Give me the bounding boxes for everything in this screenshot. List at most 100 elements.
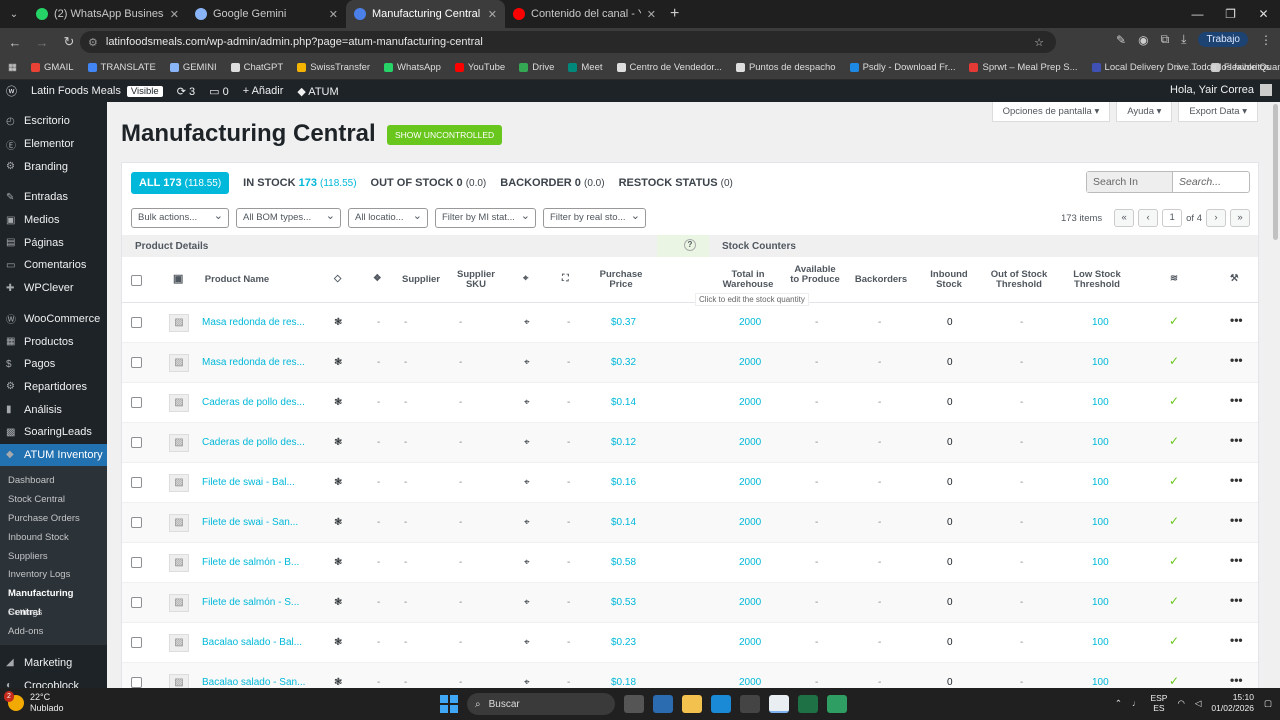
purchase-price[interactable]: $0.23 [611, 637, 636, 648]
camera-icon[interactable]: ◉ [1138, 33, 1148, 47]
help-button[interactable]: Ayuda ▾ [1116, 102, 1173, 122]
tab-close-icon[interactable]: ✕ [647, 8, 656, 21]
tray-chevron-icon[interactable]: ⌃ [1115, 698, 1122, 709]
clock[interactable]: 15:10 01/02/2026 [1211, 692, 1254, 714]
bookmark-item[interactable]: Meet [568, 62, 603, 73]
row-checkbox[interactable] [131, 317, 142, 328]
sidebar-item-comentarios[interactable]: ▭ Comentarios [0, 254, 107, 277]
screen-options-button[interactable]: Opciones de pantalla ▾ [991, 102, 1111, 122]
tab-close-icon[interactable]: ✕ [488, 8, 497, 21]
close-window-icon[interactable]: ✕ [1247, 0, 1280, 28]
product-name-link[interactable]: Bacalao salado - Bal... [202, 637, 302, 648]
low-stock-threshold[interactable]: 100 [1092, 557, 1109, 568]
col-available-produce[interactable]: Available to Produce [790, 265, 840, 285]
low-stock-threshold[interactable]: 100 [1092, 437, 1109, 448]
site-name[interactable]: Latin Foods Meals [31, 85, 121, 97]
excel-icon[interactable] [798, 695, 818, 713]
new-tab-button[interactable]: + [670, 5, 679, 23]
product-name-link[interactable]: Bacalao salado - San... [202, 677, 305, 688]
sidebar-item-medios[interactable]: ▣ Medios [0, 209, 107, 232]
browser-tab[interactable]: Manufacturing Central < Latin F ✕ [346, 0, 505, 28]
row-checkbox[interactable] [131, 517, 142, 528]
location-icon[interactable]: ⌖ [524, 517, 530, 528]
row-actions-icon[interactable]: ••• [1230, 553, 1243, 567]
row-actions-icon[interactable]: ••• [1230, 433, 1243, 447]
bookmark-item[interactable]: GEMINI [169, 62, 217, 73]
col-inbound-stock[interactable]: Inbound Stock [924, 270, 974, 290]
row-actions-icon[interactable]: ••• [1230, 473, 1243, 487]
sidebar-item-productos[interactable]: ▦ Productos [0, 330, 107, 353]
sidebar-item-soaringleads[interactable]: ▩ SoaringLeads [0, 421, 107, 444]
row-checkbox[interactable] [131, 597, 142, 608]
bookmark-item[interactable]: TRANSLATE [87, 62, 156, 73]
search-in-select[interactable]: Search In [1087, 172, 1173, 192]
help-icon[interactable]: ? [684, 239, 696, 251]
select-all-checkbox[interactable] [131, 275, 142, 286]
bookmark-star-icon[interactable]: ☆ [1034, 36, 1044, 49]
show-uncontrolled-button[interactable]: SHOW UNCONTROLLED [387, 125, 503, 145]
more-bookmarks-icon[interactable]: » [1176, 62, 1181, 73]
submenu-item[interactable]: Settings [0, 604, 107, 623]
col-total-warehouse[interactable]: Total in Warehouse [718, 270, 778, 290]
purchase-price[interactable]: $0.58 [611, 557, 636, 568]
first-page-button[interactable]: « [1114, 209, 1135, 227]
row-checkbox[interactable] [131, 477, 142, 488]
purchase-price[interactable]: $0.14 [611, 517, 636, 528]
low-stock-threshold[interactable]: 100 [1092, 397, 1109, 408]
bookmark-item[interactable]: SwissTransfer [297, 62, 370, 73]
stock-quantity[interactable]: 2000 [739, 397, 761, 408]
low-stock-threshold[interactable]: 100 [1092, 597, 1109, 608]
submenu-item[interactable]: Suppliers [0, 548, 107, 567]
location-icon[interactable]: ⌖ [524, 637, 530, 648]
edge-icon[interactable] [711, 695, 731, 713]
browser-tab[interactable]: Contenido del canal - YouTube ✕ [505, 0, 664, 28]
bookmark-item[interactable]: WhatsApp [384, 62, 441, 73]
product-name-link[interactable]: Masa redonda de res... [202, 317, 305, 328]
purchase-price[interactable]: $0.53 [611, 597, 636, 608]
row-actions-icon[interactable]: ••• [1230, 313, 1243, 327]
row-checkbox[interactable] [131, 357, 142, 368]
language-indicator[interactable]: ESP ES [1150, 693, 1167, 713]
tools-icon[interactable]: ⚒ [1230, 274, 1239, 284]
stock-quantity[interactable]: 2000 [739, 597, 761, 608]
stock-quantity[interactable]: 2000 [739, 677, 761, 688]
store-icon[interactable] [740, 695, 760, 713]
row-checkbox[interactable] [131, 637, 142, 648]
sidebar-item-repartidores[interactable]: ⚙ Repartidores [0, 376, 107, 399]
wordpress-logo-icon[interactable]: ⓦ [6, 83, 17, 99]
tab-search-icon[interactable]: ⌄ [0, 0, 28, 28]
location-icon[interactable]: ⌖ [524, 477, 530, 488]
weather-widget[interactable]: 2 22°C Nublado [4, 691, 64, 714]
bookmark-item[interactable]: ChatGPT [230, 62, 283, 73]
notifications-icon[interactable]: ▢ [1264, 698, 1272, 709]
sidebar-item-crocoblock[interactable]: ◐ Crocoblock [0, 674, 107, 688]
filter-out-of-stock[interactable]: OUT OF STOCK 0 (0.0) [371, 177, 487, 189]
product-name-link[interactable]: Filete de salmón - S... [202, 597, 299, 608]
product-name-link[interactable]: Filete de salmón - B... [202, 557, 299, 568]
minimize-icon[interactable]: — [1181, 0, 1214, 28]
sidebar-item-escritorio[interactable]: ◴ Escritorio [0, 110, 107, 133]
col-low-threshold[interactable]: Low Stock Threshold [1063, 270, 1131, 290]
location-icon[interactable]: ⌖ [524, 357, 530, 368]
greeting[interactable]: Hola, Yair Correa [1170, 84, 1254, 96]
filter-dropdown[interactable]: Filter by real sto... [543, 208, 646, 228]
sidebar-item-an-lisis[interactable]: ▮ Análisis [0, 398, 107, 421]
location-icon[interactable]: ⌖ [524, 437, 530, 448]
filter-dropdown[interactable]: All BOM types... [236, 208, 341, 228]
row-actions-icon[interactable]: ••• [1230, 393, 1243, 407]
teams-icon[interactable] [653, 695, 673, 713]
prev-page-button[interactable]: ‹ [1138, 209, 1159, 227]
sidebar-item-branding[interactable]: ⚙ Branding [0, 155, 107, 178]
bookmark-item[interactable]: Centro de Vendedor... [616, 62, 722, 73]
low-stock-threshold[interactable]: 100 [1092, 677, 1109, 688]
profile-button[interactable]: Trabajo [1198, 32, 1248, 47]
col-oos-threshold[interactable]: Out of Stock Threshold [985, 270, 1053, 290]
apps-icon[interactable]: ▦ [8, 62, 17, 73]
filter-all[interactable]: ALL 173 (118.55) [131, 172, 230, 194]
bookmark-item[interactable]: Sprwt – Meal Prep S... [969, 62, 1078, 73]
stock-quantity[interactable]: 2000 [739, 317, 761, 328]
volume-icon[interactable]: ◁ [1195, 698, 1202, 709]
low-stock-threshold[interactable]: 100 [1092, 637, 1109, 648]
purchase-price[interactable]: $0.14 [611, 397, 636, 408]
sidebar-item-woocommerce[interactable]: Ⓦ WooCommerce [0, 308, 107, 331]
